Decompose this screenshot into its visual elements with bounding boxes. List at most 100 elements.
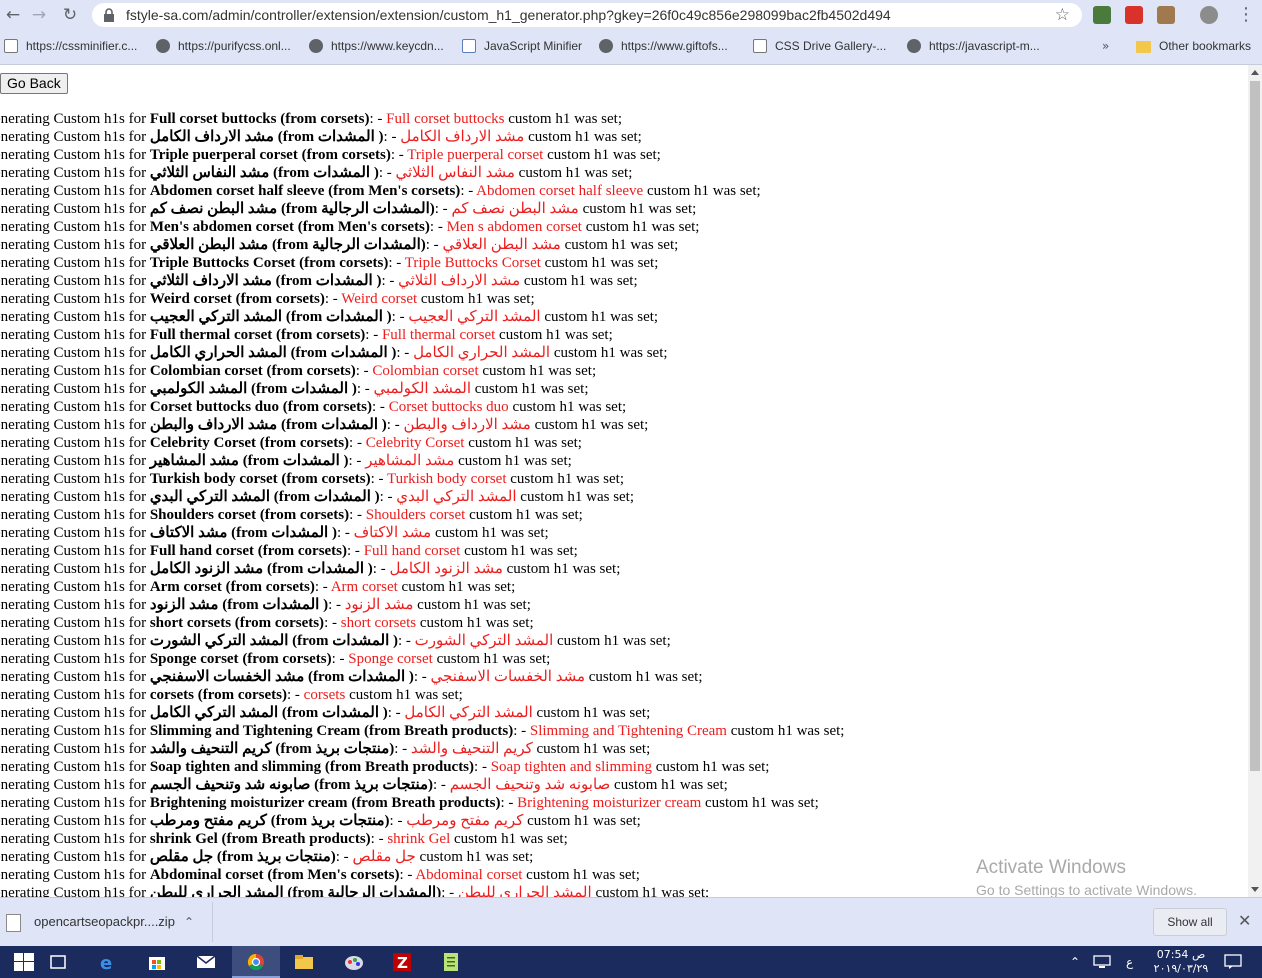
extension-icon[interactable]	[1125, 6, 1143, 24]
h1-value: مشد الزنود	[344, 597, 414, 613]
network-icon[interactable]	[1093, 955, 1111, 969]
product-name: Full corset buttocks (from corsets)	[150, 111, 370, 127]
log-suffix: custom h1 was set;	[557, 633, 671, 649]
h1-value: Abdominal corset	[415, 867, 523, 883]
taskbar-app-explorer[interactable]	[280, 946, 328, 978]
back-arrow-icon[interactable]: ←	[0, 3, 26, 27]
product-name: مشد البطن العلاقي (from المشدات الرجالية…	[150, 237, 426, 253]
log-line: enerating Custom h1s for المشد الحراري ا…	[0, 344, 844, 362]
log-line: enerating Custom h1s for مشد الزنود الكا…	[0, 560, 844, 578]
product-name-text: مشد الاكتاف	[149, 525, 228, 541]
clock[interactable]: 07:54 ص ٢٠١٩/٠٣/٢٩	[1150, 948, 1212, 976]
other-bookmarks[interactable]: Other bookmarks	[1136, 31, 1251, 63]
bookmark-item[interactable]: CSS Drive Gallery-...	[753, 31, 886, 63]
log-suffix: custom h1 was set;	[520, 489, 635, 505]
log-line: enerating Custom h1s for Colombian corse…	[0, 362, 844, 380]
product-name: Celebrity Corset (from corsets)	[150, 435, 349, 451]
bookmark-item[interactable]: JavaScript Minifier	[462, 31, 582, 63]
taskbar-app-chrome[interactable]	[232, 946, 280, 978]
bookmark-item[interactable]: https://javascript-m...	[907, 31, 1040, 63]
h1-value: Turkish body corset	[387, 471, 507, 487]
vertical-scrollbar[interactable]	[1248, 65, 1262, 897]
product-category: (from corsets)	[282, 399, 373, 415]
h1-value: Full corset buttocks	[386, 111, 505, 127]
product-name: المشد الحراري للبطن (from المشدات الرجال…	[150, 885, 441, 897]
product-name-text: Slimming and Tightening Cream	[149, 723, 361, 739]
chevron-up-icon[interactable]: ⌃	[184, 912, 194, 932]
chevron-up-icon[interactable]: ⌃	[1070, 946, 1080, 978]
taskbar-app-store[interactable]	[133, 946, 181, 978]
log-line: enerating Custom h1s for Triple puerpera…	[0, 146, 844, 164]
scroll-up-icon[interactable]	[1251, 70, 1259, 75]
bookmark-label: https://javascript-m...	[929, 39, 1040, 53]
product-category: (from المشدات )	[281, 705, 388, 721]
product-name: Abdominal corset (from Men's corsets)	[150, 867, 400, 883]
product-name-text: Sponge corset	[149, 651, 239, 667]
browser-toolbar: ← → ↻ fstyle-sa.com/admin/controller/ext…	[0, 0, 1262, 31]
h1-value: Full hand corset	[363, 543, 461, 559]
product-name: مشد الارداف الثلاثي (from المشدات )	[150, 273, 382, 289]
product-name: المشد التركي البدي (from المشدات )	[150, 489, 380, 505]
h1-value: Weird corset	[341, 291, 418, 307]
product-name: Triple puerperal corset (from corsets)	[150, 147, 391, 163]
scroll-down-icon[interactable]	[1251, 887, 1259, 892]
log-line: enerating Custom h1s for المشد التركي ال…	[0, 308, 844, 326]
log-suffix: custom h1 was set;	[506, 561, 621, 577]
h1-value: كريم مفتح ومرطب	[406, 813, 524, 829]
globe-icon	[309, 39, 323, 53]
bookmark-item[interactable]: https://purifycss.onl...	[156, 31, 291, 63]
reload-icon[interactable]: ↻	[57, 3, 83, 27]
download-file-name[interactable]: opencartseopackpr....zip	[34, 912, 175, 932]
lock-icon	[104, 8, 114, 22]
log-prefix: enerating Custom h1s for	[0, 255, 147, 271]
product-category: (from المشدات )	[308, 669, 414, 685]
watermark-title: Activate Windows	[976, 857, 1126, 878]
log-suffix: custom h1 was set;	[469, 507, 583, 523]
product-name-text: المشد التركي البدي	[149, 489, 271, 505]
taskbar-app-paint[interactable]	[330, 946, 378, 978]
url-text: fstyle-sa.com/admin/controller/extension…	[126, 7, 891, 23]
bookmark-label: CSS Drive Gallery-...	[775, 39, 887, 53]
log-suffix: custom h1 was set;	[523, 273, 638, 289]
bookmark-item[interactable]: https://www.giftofs...	[599, 31, 728, 63]
product-name-text: Colombian corset	[149, 363, 263, 379]
task-view-button[interactable]	[34, 946, 82, 978]
paint-icon	[345, 956, 363, 970]
go-back-button[interactable]: Go Back	[0, 73, 68, 94]
menu-icon[interactable]: ⋮	[1236, 3, 1256, 27]
bookmark-item[interactable]: https://www.keycdn...	[309, 31, 444, 63]
extension-icon[interactable]	[1093, 6, 1111, 24]
log-line: enerating Custom h1s for Brightening moi…	[0, 794, 844, 812]
product-name-text: مشد الارداف الكامل	[149, 129, 274, 145]
input-language[interactable]: ع	[1126, 946, 1133, 978]
forward-arrow-icon[interactable]: →	[26, 3, 52, 27]
taskbar-app-notepad[interactable]	[427, 946, 475, 978]
extension-icon[interactable]	[1157, 6, 1175, 24]
log-line: enerating Custom h1s for Arm corset (fro…	[0, 578, 844, 596]
product-category: (from منتجات بريذ)	[216, 849, 336, 865]
notifications-icon[interactable]	[1224, 954, 1242, 970]
taskbar-app-filezilla[interactable]: Z	[378, 946, 426, 978]
profile-icon[interactable]	[1200, 6, 1218, 24]
product-category: (from corsets)	[242, 651, 332, 667]
bookmark-item[interactable]: https://cssminifier.c...	[4, 31, 137, 63]
other-bookmarks-label: Other bookmarks	[1159, 39, 1252, 53]
log-prefix: enerating Custom h1s for	[0, 561, 147, 577]
taskbar-app-mail[interactable]	[182, 946, 230, 978]
log-line: enerating Custom h1s for المشد التركي ال…	[0, 632, 844, 650]
product-name-text: مشد المشاهير	[149, 453, 239, 469]
close-icon[interactable]: ✕	[1238, 910, 1251, 932]
bookmarks-more-button[interactable]: »	[1102, 31, 1109, 61]
scroll-thumb[interactable]	[1250, 81, 1260, 771]
taskbar-app-edge[interactable]: e	[84, 946, 132, 978]
edge-icon: e	[100, 953, 112, 971]
product-name: Corset buttocks duo (from corsets)	[150, 399, 372, 415]
bookmark-label: https://www.giftofs...	[621, 39, 728, 53]
product-name-text: shrink Gel	[149, 831, 218, 847]
address-bar[interactable]: fstyle-sa.com/admin/controller/extension…	[92, 3, 1082, 27]
product-name: مشد الخفسات الاسفنجي (from المشدات )	[150, 669, 414, 685]
product-name: Soap tighten and slimming (from Breath p…	[150, 759, 474, 775]
product-name: Shoulders corset (from corsets)	[150, 507, 349, 523]
star-icon[interactable]: ☆	[1055, 3, 1070, 27]
show-all-button[interactable]: Show all	[1153, 908, 1227, 936]
